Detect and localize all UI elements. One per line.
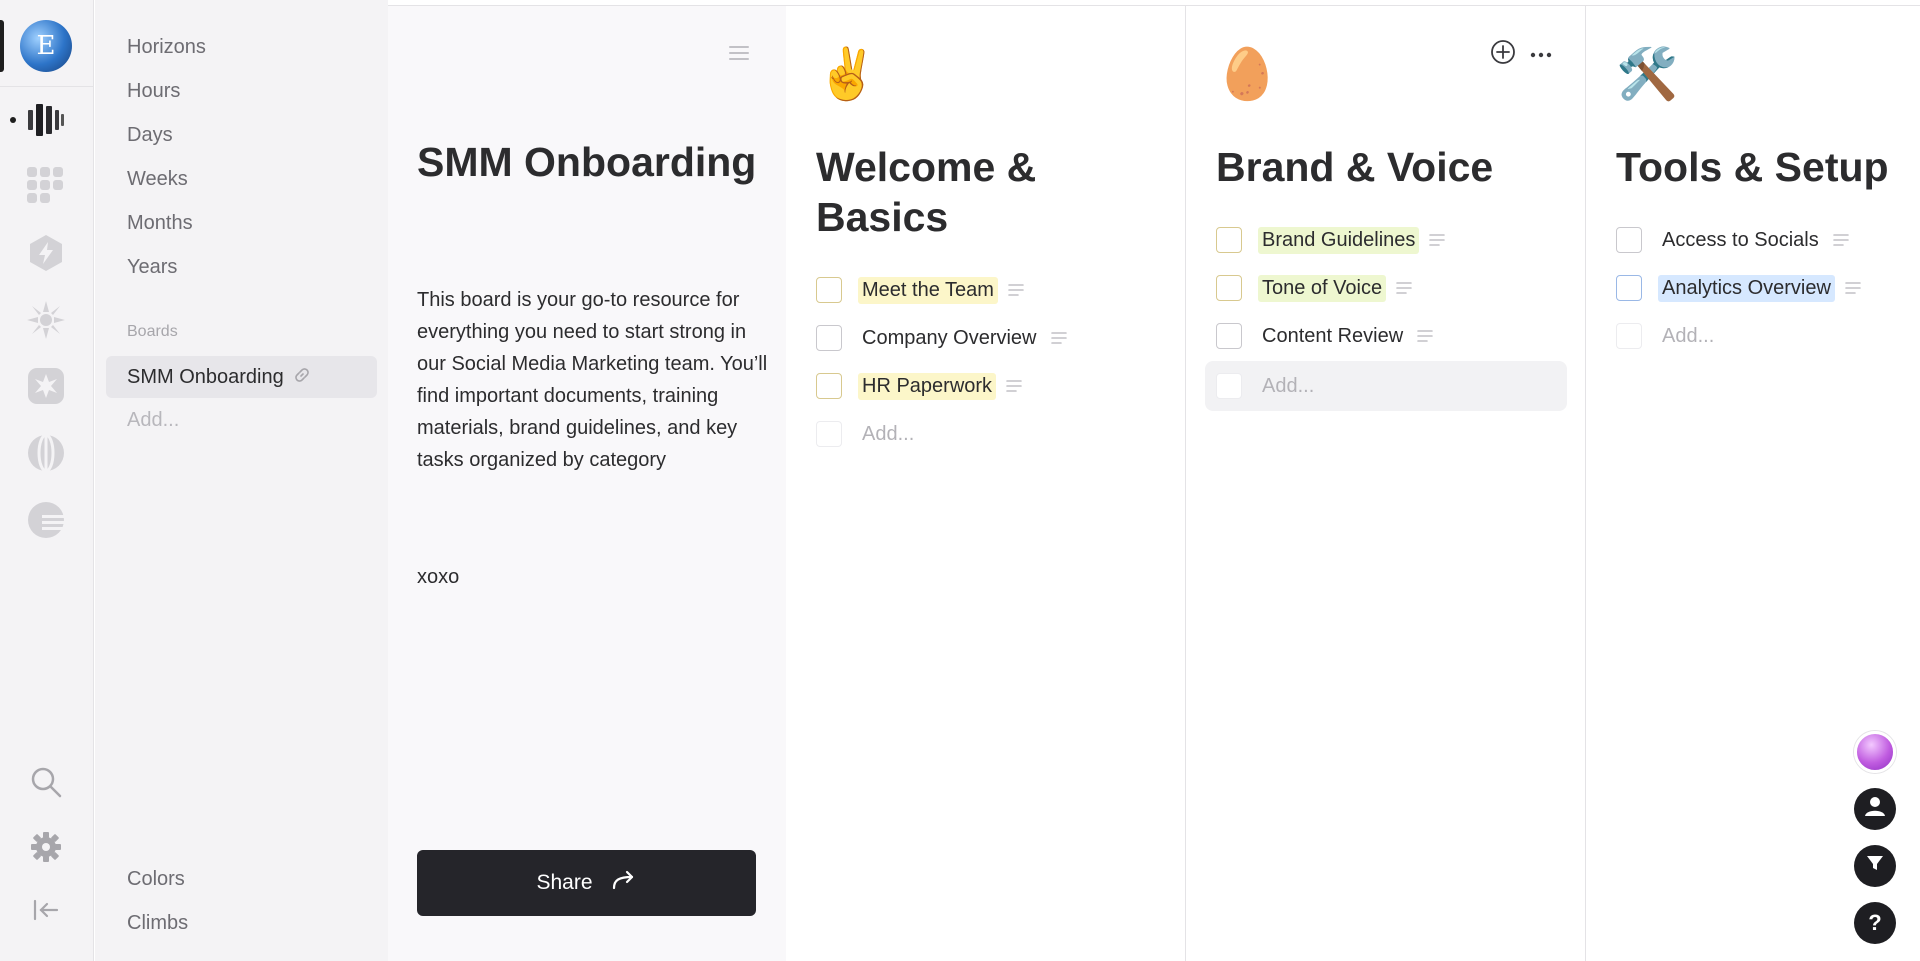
column-title: Welcome & Basics — [816, 144, 1037, 240]
profile-button[interactable] — [1854, 788, 1896, 830]
share-arrow-icon — [611, 869, 637, 897]
column-actions — [1489, 38, 1553, 71]
collapse-icon[interactable] — [24, 888, 68, 932]
timeline-icon[interactable] — [24, 98, 68, 142]
nav-years[interactable]: Years — [127, 256, 177, 279]
icon-rail: E — [0, 0, 94, 961]
task-label: Brand Guidelines — [1258, 226, 1420, 254]
task-checkbox[interactable] — [816, 373, 842, 399]
column-emoji: 🛠️ — [1616, 46, 1679, 102]
task-label: Content Review — [1262, 324, 1404, 347]
grid-icon[interactable] — [24, 164, 68, 208]
task-item[interactable]: Meet the Team — [816, 272, 1024, 308]
nav-months[interactable]: Months — [127, 212, 193, 235]
share-label: Share — [536, 871, 593, 894]
column-welcome-basics: ✌️ Welcome & Basics Meet the Team Compan… — [786, 6, 1186, 961]
task-checkbox[interactable] — [1616, 227, 1642, 253]
nav-colors[interactable]: Colors — [127, 868, 185, 891]
nav-hours[interactable]: Hours — [127, 80, 180, 103]
nav-climbs[interactable]: Climbs — [127, 912, 188, 935]
gear-icon[interactable] — [24, 825, 68, 869]
task-checkbox[interactable] — [816, 325, 842, 351]
add-task-label: Add... — [1262, 374, 1315, 397]
board-title: SMM Onboarding — [417, 139, 757, 185]
user-icon — [1862, 793, 1888, 825]
task-item[interactable]: Access to Socials — [1616, 222, 1849, 258]
add-task-label: Add... — [1662, 324, 1715, 347]
task-item[interactable]: Company Overview — [816, 320, 1067, 356]
task-label: HR Paperwork — [858, 372, 997, 400]
current-view-dot — [10, 117, 16, 123]
column-title: Tools & Setup — [1616, 144, 1889, 190]
notes-icon[interactable] — [1008, 283, 1024, 297]
notes-icon[interactable] — [1417, 329, 1433, 343]
task-label: Tone of Voice — [1258, 274, 1387, 302]
board-signoff: xoxo — [417, 566, 460, 588]
more-options-icon[interactable] — [1529, 46, 1553, 64]
globe-icon[interactable] — [24, 431, 68, 475]
help-label: ? — [1868, 910, 1882, 935]
filter-button[interactable] — [1854, 845, 1896, 887]
nav-weeks[interactable]: Weeks — [127, 168, 188, 191]
search-icon[interactable] — [24, 760, 68, 804]
nav-horizons[interactable]: Horizons — [127, 36, 206, 59]
task-label: Company Overview — [862, 326, 1037, 349]
task-item[interactable]: Content Review — [1216, 318, 1433, 354]
add-task-button[interactable]: Add... — [1616, 318, 1718, 354]
board-item-label: SMM Onboarding — [127, 365, 284, 388]
notes-icon[interactable] — [1845, 281, 1861, 295]
share-button[interactable]: Share — [417, 850, 756, 916]
task-checkbox[interactable] — [1216, 227, 1242, 253]
help-button[interactable]: ? — [1854, 902, 1896, 944]
task-checkbox-placeholder — [1616, 323, 1642, 349]
notes-icon[interactable] — [1832, 233, 1849, 247]
column-emoji: ✌️ — [816, 46, 879, 102]
column-title: Brand & Voice — [1216, 144, 1494, 190]
add-task-label: Add... — [862, 422, 915, 445]
notes-icon[interactable] — [1006, 379, 1022, 393]
add-task-button[interactable]: Add... — [816, 416, 918, 452]
add-column-icon[interactable] — [1489, 38, 1517, 71]
board-description: This board is your go-to resource for ev… — [417, 289, 768, 471]
notes-icon[interactable] — [1396, 281, 1412, 295]
notes-icon[interactable] — [1050, 331, 1067, 345]
filter-icon — [1865, 853, 1885, 879]
task-item[interactable]: Tone of Voice — [1216, 270, 1412, 306]
board-item-smm-onboarding[interactable]: SMM Onboarding — [106, 356, 377, 398]
task-checkbox[interactable] — [1616, 275, 1642, 301]
task-item[interactable]: Brand Guidelines — [1216, 222, 1446, 258]
task-checkbox[interactable] — [816, 277, 842, 303]
task-label: Meet the Team — [858, 276, 998, 304]
user-avatar[interactable]: E — [20, 20, 72, 72]
task-label: Access to Socials — [1662, 228, 1819, 251]
description-menu-icon[interactable] — [728, 44, 750, 67]
column-brand-voice: 🥚 Brand & Voice Brand Guidelines Tone of… — [1186, 6, 1586, 961]
active-indicator — [0, 20, 4, 72]
board-sidebar: Horizons Hours Days Weeks Months Years B… — [95, 0, 388, 961]
link-icon — [294, 367, 310, 388]
add-board-button[interactable]: Add... — [127, 409, 179, 432]
notes-icon[interactable] — [1429, 233, 1446, 247]
column-emoji: 🥚 — [1216, 46, 1279, 102]
board-intro-panel: SMM Onboarding This board is your go-to … — [388, 6, 786, 961]
task-checkbox-placeholder — [1216, 373, 1242, 399]
task-item[interactable]: Analytics Overview — [1616, 270, 1861, 306]
sparkle-icon[interactable] — [24, 364, 68, 408]
task-checkbox[interactable] — [1216, 275, 1242, 301]
add-task-button[interactable]: Add... — [1216, 368, 1318, 404]
rail-divider — [0, 86, 94, 87]
boards-heading: Boards — [127, 323, 178, 340]
nav-days[interactable]: Days — [127, 124, 173, 147]
task-label: Analytics Overview — [1658, 274, 1835, 302]
task-item[interactable]: HR Paperwork — [816, 368, 1022, 404]
task-checkbox[interactable] — [1216, 323, 1242, 349]
snowflake-icon[interactable] — [24, 298, 68, 342]
sunset-icon[interactable] — [24, 498, 68, 542]
task-checkbox-placeholder — [816, 421, 842, 447]
bolt-icon[interactable] — [24, 231, 68, 275]
assistant-orb-button[interactable] — [1854, 731, 1896, 773]
